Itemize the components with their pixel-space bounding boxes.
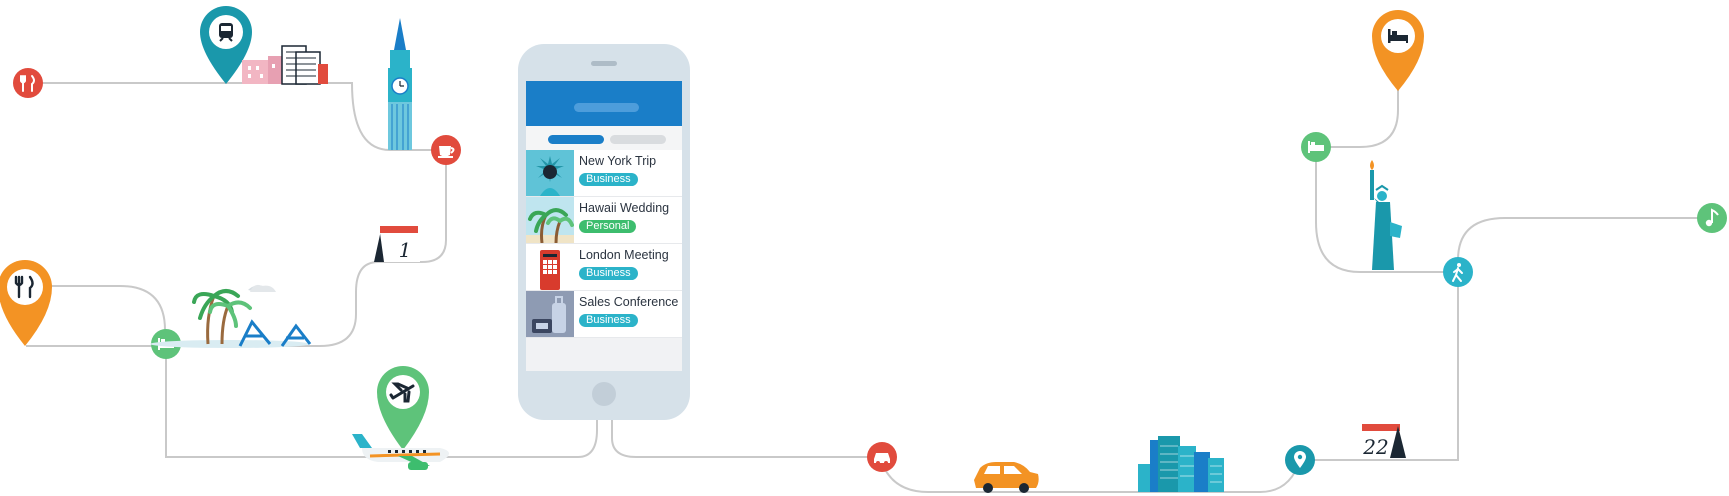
city-buildings-illustration [242,45,328,85]
restaurant-pin-icon[interactable] [0,260,52,346]
calendar-day-label: 1 [399,238,412,262]
bed-icon[interactable] [1301,132,1331,162]
calendar-icon: 1 [374,226,420,262]
coffee-cup-icon[interactable] [431,135,461,165]
skyscrapers-illustration [1138,436,1224,492]
trip-title: Sales Conference [579,295,679,309]
route-to-music [1457,217,1712,272]
tab-active[interactable] [548,135,604,144]
route-top-left [28,82,446,151]
list-item[interactable]: London Meeting Business [526,244,682,291]
palm-trees-thumbnail [526,197,574,243]
phone-home-button[interactable] [592,382,616,406]
hotel-bed-pin-icon[interactable] [1372,10,1424,91]
trip-title: Hawaii Wedding [579,201,670,215]
walking-person-icon[interactable] [1443,257,1473,287]
tab-inactive[interactable] [610,135,666,144]
phone-booth-thumbnail [526,244,574,290]
trip-list: New York Trip Business Hawaii Wedding Pe… [526,150,682,338]
calendar-icon: 22 [1360,424,1406,459]
trip-category-badge: Business [579,173,638,186]
calendar-day-label: 22 [1362,435,1388,459]
statue-of-liberty-thumbnail [526,150,574,196]
trip-category-badge: Business [579,314,638,327]
car-illustration [974,462,1039,493]
list-item[interactable]: Hawaii Wedding Personal [526,197,682,244]
phone-screen: New York Trip Business Hawaii Wedding Pe… [526,81,682,371]
list-item[interactable]: New York Trip Business [526,150,682,197]
airplane-pin-icon[interactable] [377,366,429,450]
statue-of-liberty-illustration [1370,160,1402,270]
luggage-thumbnail [526,291,574,337]
app-header [526,81,682,126]
music-note-icon[interactable] [1697,203,1727,233]
big-ben-illustration [388,18,412,150]
trip-category-badge: Business [579,267,638,280]
list-item[interactable]: Sales Conference Business [526,291,682,338]
tab-bar [526,126,682,150]
trip-category-badge: Personal [579,220,637,233]
location-marker-icon[interactable] [1285,445,1315,475]
phone-speaker [591,61,617,66]
trip-title: London Meeting [579,248,669,262]
fork-knife-icon[interactable] [13,68,43,98]
route-lines [26,82,1712,493]
header-title-placeholder [574,103,639,112]
car-icon[interactable] [867,442,897,472]
travel-route-illustration: 1 22 [0,6,1727,493]
trip-title: New York Trip [579,154,657,168]
